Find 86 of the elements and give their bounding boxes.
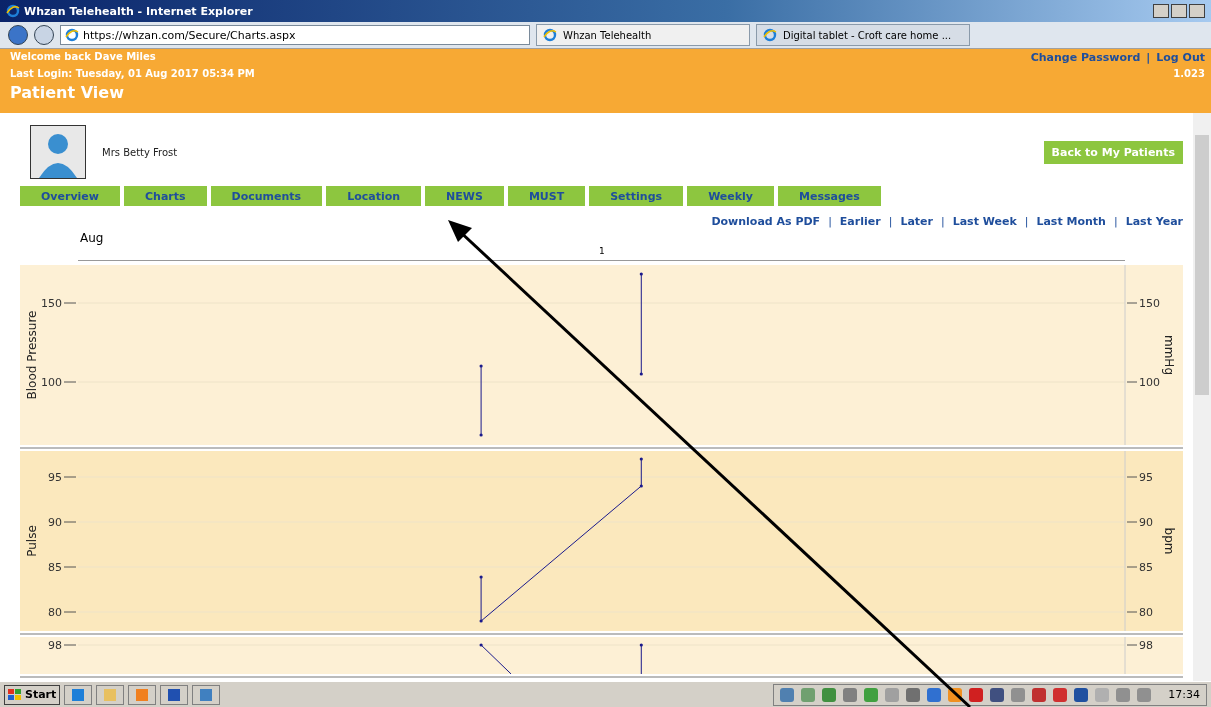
taskbar-app-icon[interactable] bbox=[128, 684, 157, 705]
browser-tab[interactable]: Whzan Telehealth bbox=[536, 24, 750, 46]
nav-tab[interactable]: MUST bbox=[507, 186, 586, 206]
tick-mark bbox=[63, 521, 77, 523]
taskbar-app-icon[interactable] bbox=[192, 684, 221, 705]
page-title: Patient View bbox=[10, 83, 125, 102]
axis-label: Blood Pressure bbox=[25, 310, 39, 400]
tick-mark bbox=[63, 381, 77, 383]
window-title: Whzan Telehealth - Internet Explorer bbox=[24, 4, 253, 18]
separator: | bbox=[1146, 51, 1151, 64]
patient-name: Mrs Betty Frost bbox=[102, 146, 178, 158]
ie-icon bbox=[6, 4, 20, 18]
tick-mark bbox=[63, 611, 77, 613]
separator: | bbox=[828, 215, 832, 228]
back-button[interactable] bbox=[8, 25, 28, 45]
day-label: 1 bbox=[599, 246, 605, 256]
back-to-patients-button[interactable]: Back to My Patients bbox=[1043, 140, 1183, 164]
taskbar-app-icon[interactable] bbox=[64, 684, 93, 705]
nav-tab[interactable]: Overview bbox=[20, 186, 120, 206]
tick-mark bbox=[63, 644, 77, 646]
tick-label: 85 bbox=[1139, 561, 1153, 574]
separator: | bbox=[940, 215, 945, 228]
tick-mark bbox=[1126, 566, 1138, 568]
close-button[interactable] bbox=[1189, 4, 1205, 18]
tick-mark bbox=[1126, 521, 1138, 523]
unit-label: bpm bbox=[1162, 527, 1176, 555]
tick-mark bbox=[63, 476, 77, 478]
tick-mark bbox=[1126, 381, 1138, 383]
month-label: Aug bbox=[80, 231, 104, 245]
nav-tab[interactable]: Settings bbox=[589, 186, 684, 206]
range-link[interactable]: Earlier bbox=[839, 215, 881, 228]
clock: 17:34 bbox=[1168, 688, 1200, 701]
browser-tab[interactable]: Digital tablet - Croft care home ... bbox=[756, 24, 970, 46]
nav-tab[interactable]: NEWS bbox=[425, 186, 504, 206]
axis-label: Pulse bbox=[25, 525, 39, 557]
nav-tab[interactable]: Location bbox=[326, 186, 422, 206]
scrollbar[interactable] bbox=[1193, 113, 1211, 681]
header-link[interactable]: Log Out bbox=[1156, 51, 1205, 64]
tick-label: 80 bbox=[1139, 606, 1153, 619]
version-text: 1.023 bbox=[1172, 68, 1205, 79]
separator: | bbox=[888, 215, 893, 228]
tick-label: 100 bbox=[41, 376, 62, 389]
nav-tab[interactable]: Charts bbox=[124, 186, 207, 206]
tick-mark bbox=[1126, 476, 1138, 478]
nav-tab[interactable]: Weekly bbox=[687, 186, 775, 206]
tick-mark bbox=[63, 302, 77, 304]
range-link[interactable]: Last Month bbox=[1036, 215, 1106, 228]
tick-mark bbox=[1126, 611, 1138, 613]
tick-label: 150 bbox=[1139, 297, 1160, 310]
tick-mark bbox=[63, 566, 77, 568]
tick-label: 90 bbox=[48, 516, 62, 529]
restore-button[interactable] bbox=[1171, 4, 1187, 18]
minimize-button[interactable] bbox=[1153, 4, 1169, 18]
ie-icon bbox=[763, 28, 777, 42]
last-login-text: Last Login: Tuesday, 01 Aug 2017 05:34 PM bbox=[10, 68, 256, 79]
tick-label: 98 bbox=[48, 639, 62, 652]
tick-label: 90 bbox=[1139, 516, 1153, 529]
tick-label: 150 bbox=[41, 297, 62, 310]
ie-icon bbox=[543, 28, 557, 42]
range-link[interactable]: Download As PDF bbox=[711, 215, 821, 228]
taskbar-app-icon[interactable] bbox=[96, 684, 125, 705]
range-link[interactable]: Last Week bbox=[952, 215, 1017, 228]
address-field[interactable]: https://whzan.com/Secure/Charts.aspx bbox=[60, 25, 530, 45]
taskbar-app-icon[interactable] bbox=[160, 684, 189, 705]
tick-label: 95 bbox=[1139, 471, 1153, 484]
range-link[interactable]: Later bbox=[900, 215, 933, 228]
range-link[interactable]: Last Year bbox=[1125, 215, 1183, 228]
tick-label: 100 bbox=[1139, 376, 1160, 389]
windows-logo-icon bbox=[8, 688, 22, 701]
header-link[interactable]: Change Password bbox=[1030, 51, 1141, 64]
start-button[interactable]: Start bbox=[4, 684, 61, 705]
separator: | bbox=[1024, 215, 1029, 228]
nav-tab[interactable]: Messages bbox=[778, 186, 881, 206]
forward-button[interactable] bbox=[34, 25, 54, 45]
tick-label: 80 bbox=[48, 606, 62, 619]
welcome-text: Welcome back Dave Miles bbox=[10, 51, 157, 64]
avatar-icon bbox=[30, 125, 86, 179]
tick-mark bbox=[1126, 302, 1138, 304]
nav-tab[interactable]: Documents bbox=[210, 186, 323, 206]
tick-mark bbox=[1126, 644, 1138, 646]
tick-label: 98 bbox=[1139, 639, 1153, 652]
tick-label: 85 bbox=[48, 561, 62, 574]
unit-label: mmHg bbox=[1162, 335, 1176, 375]
ie-icon bbox=[65, 28, 79, 42]
separator: | bbox=[1113, 215, 1118, 228]
tick-label: 95 bbox=[48, 471, 62, 484]
